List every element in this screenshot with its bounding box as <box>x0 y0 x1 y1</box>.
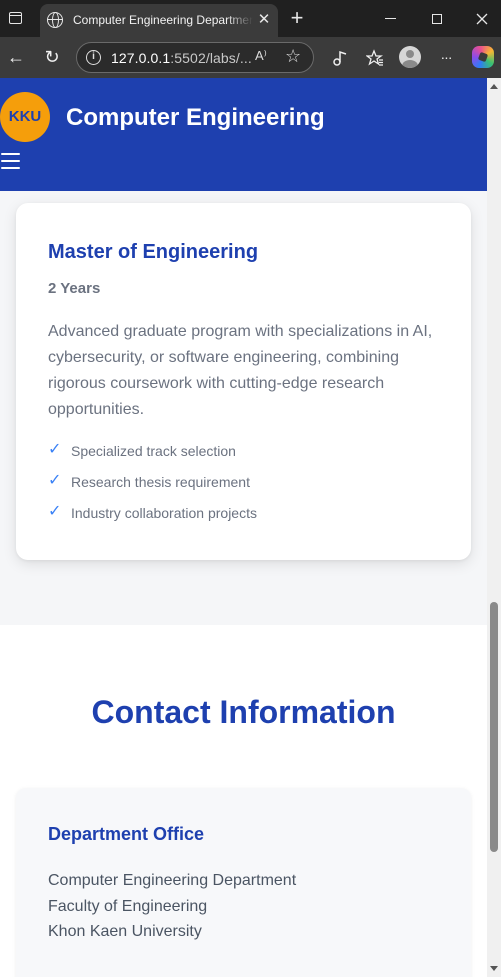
feature-list: ✓ Specialized track selection ✓ Research t… <box>48 441 257 535</box>
contact-heading: Contact Information <box>91 694 396 730</box>
scroll-up-arrow-icon[interactable] <box>490 84 498 89</box>
url-host: 127.0.0.1 <box>111 50 171 66</box>
office-title: Department Office <box>48 824 205 844</box>
scroll-down-arrow-icon[interactable] <box>490 966 498 971</box>
feature-label: Research thesis requirement <box>71 474 250 490</box>
maximize-button[interactable] <box>422 6 452 30</box>
feature-item: ✓ Specialized track selection <box>48 441 257 473</box>
feature-item: ✓ Research thesis requirement <box>48 472 257 504</box>
checkmark-icon: ✓ <box>48 441 62 458</box>
extensions-icon[interactable] <box>328 45 352 69</box>
hamburger-menu-icon[interactable] <box>1 151 21 169</box>
feature-label: Specialized track selection <box>71 443 236 459</box>
new-tab-plus-icon[interactable]: + <box>287 7 307 29</box>
kku-logo[interactable]: KKU <box>0 92 50 142</box>
read-aloud-icon[interactable]: A⁾ <box>255 48 267 64</box>
page-viewport: KKU Computer Engineering Master of Engin… <box>0 78 487 977</box>
contact-section: Contact Information Department Office Co… <box>0 625 487 977</box>
office-address: Computer Engineering Department Faculty … <box>48 868 296 945</box>
browser-tab[interactable]: Computer Engineering Department ✕ <box>40 4 278 37</box>
feature-item: ✓ Industry collaboration projects <box>48 503 257 535</box>
program-description: Advanced graduate program with specializ… <box>48 323 433 418</box>
minimize-button[interactable] <box>375 6 405 30</box>
browser-tab-bar: Computer Engineering Department ✕ + <box>0 0 501 37</box>
tab-title: Computer Engineering Department <box>73 13 253 27</box>
site-header: KKU Computer Engineering <box>0 78 487 191</box>
department-office-card: Department Office Computer Engineering D… <box>16 788 471 977</box>
program-card: Master of Engineering 2 Years Advanced g… <box>16 203 471 560</box>
tab-close-icon[interactable]: ✕ <box>256 12 272 28</box>
favorite-star-icon[interactable]: ☆ <box>285 46 301 67</box>
url-path: :5502/labs/... <box>170 50 252 66</box>
program-duration: 2 Years <box>48 280 101 297</box>
address-line: Computer Engineering Department <box>48 872 297 889</box>
info-icon[interactable]: i <box>86 50 101 65</box>
scrollbar-thumb[interactable] <box>490 602 498 852</box>
feature-label: Industry collaboration projects <box>71 505 257 521</box>
url-text[interactable]: 127.0.0.1:5502/labs/... <box>111 50 252 66</box>
checkmark-icon: ✓ <box>48 472 62 489</box>
address-line: Faculty of Engineering <box>48 897 208 915</box>
more-icon[interactable]: ··· <box>434 45 458 69</box>
vertical-scrollbar[interactable] <box>487 78 501 977</box>
checkmark-icon: ✓ <box>48 503 62 520</box>
window-close-button[interactable] <box>467 6 497 30</box>
browser-toolbar: ← ↻ i 127.0.0.1:5502/labs/... A⁾ ☆ ··· <box>0 37 501 78</box>
address-bar[interactable]: i 127.0.0.1:5502/labs/... A⁾ ☆ <box>76 42 314 73</box>
program-title: Master of Engineering <box>48 241 259 263</box>
globe-icon <box>47 12 63 28</box>
site-title[interactable]: Computer Engineering <box>66 104 325 132</box>
copilot-icon[interactable] <box>472 46 494 68</box>
tab-actions-icon[interactable] <box>6 9 26 29</box>
reload-icon[interactable]: ↻ <box>40 45 64 69</box>
back-arrow-icon[interactable]: ← <box>4 45 28 69</box>
profile-avatar-icon[interactable] <box>399 46 421 68</box>
address-line: Khon Kaen University <box>48 923 202 940</box>
favorites-icon[interactable] <box>363 45 387 69</box>
